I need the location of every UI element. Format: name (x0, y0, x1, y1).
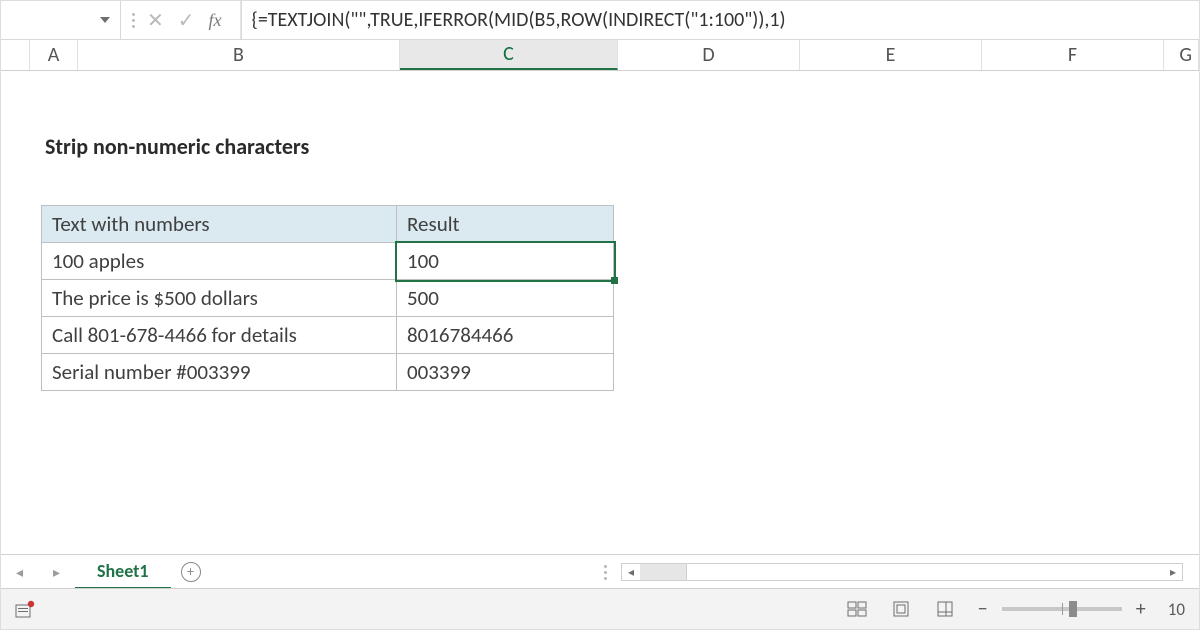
cell-c8[interactable]: 003399 (397, 354, 614, 391)
formula-input[interactable]: {=TEXTJOIN("",TRUE,IFERROR(MID(B5,ROW(IN… (241, 1, 1199, 39)
cell-c6[interactable]: 500 (397, 280, 614, 317)
zoom-in-button[interactable]: + (1134, 597, 1148, 621)
new-sheet-button[interactable]: + (171, 555, 211, 589)
zoom-out-button[interactable]: − (976, 597, 990, 621)
name-box-dropdown-icon (100, 17, 110, 23)
cell-b8[interactable]: Serial number #003399 (42, 354, 397, 391)
tab-splitter-icon[interactable] (604, 565, 607, 580)
sheet-nav[interactable]: ◂ ▸ (1, 555, 75, 589)
column-header-c[interactable]: C (400, 40, 618, 70)
cell-c5[interactable]: 100 (397, 243, 614, 280)
data-table: Text with numbers Result 100 apples 100 … (41, 205, 614, 391)
zoom-value[interactable]: 10 (1168, 599, 1185, 620)
sheet-nav-prev-icon[interactable]: ◂ (16, 564, 23, 581)
zoom-control: − + 10 (976, 597, 1185, 621)
cancel-edit-icon[interactable]: ✕ (147, 8, 164, 33)
macro-record-icon[interactable] (15, 600, 37, 618)
table-row: 100 apples 100 (42, 243, 614, 280)
column-headers: A B C D E F G (1, 40, 1199, 71)
cell-b5[interactable]: 100 apples (42, 243, 397, 280)
formula-bar: ✕ ✓ fx {=TEXTJOIN("",TRUE,IFERROR(MID(B5… (1, 1, 1199, 40)
cell-b4[interactable]: Text with numbers (42, 206, 397, 243)
table-header-row: Text with numbers Result (42, 206, 614, 243)
cell-c7[interactable]: 8016784466 (397, 317, 614, 354)
column-header-e[interactable]: E (800, 40, 982, 70)
column-header-d[interactable]: D (618, 40, 800, 70)
table-row: The price is $500 dollars 500 (42, 280, 614, 317)
worksheet-grid[interactable]: Strip non-numeric characters Text with n… (1, 71, 1199, 531)
zoom-slider[interactable] (1002, 607, 1122, 611)
column-header-f[interactable]: F (982, 40, 1164, 70)
scroll-track[interactable] (640, 564, 1164, 580)
formula-controls: ✕ ✓ fx (121, 1, 241, 39)
view-page-break-icon[interactable] (932, 598, 958, 620)
fx-icon[interactable]: fx (209, 10, 222, 31)
column-header-b[interactable]: B (78, 40, 400, 70)
sheet-tab-bar: ◂ ▸ Sheet1 + ◂ ▸ (1, 554, 1199, 589)
select-all-corner[interactable] (1, 40, 30, 70)
cell-c4[interactable]: Result (397, 206, 614, 243)
name-box[interactable] (1, 1, 121, 39)
accept-edit-icon[interactable]: ✓ (178, 8, 195, 33)
cell-b7[interactable]: Call 801-678-4466 for details (42, 317, 397, 354)
table-row: Call 801-678-4466 for details 8016784466 (42, 317, 614, 354)
scroll-thumb[interactable] (640, 564, 687, 580)
view-normal-icon[interactable] (844, 598, 870, 620)
horizontal-scrollbar[interactable]: ◂ ▸ (621, 563, 1183, 581)
excel-window: ✕ ✓ fx {=TEXTJOIN("",TRUE,IFERROR(MID(B5… (0, 0, 1200, 630)
table-row: Serial number #003399 003399 (42, 354, 614, 391)
sheet-tab-active[interactable]: Sheet1 (75, 555, 171, 590)
scroll-right-icon[interactable]: ▸ (1164, 565, 1182, 580)
plus-icon: + (181, 562, 201, 582)
view-page-layout-icon[interactable] (888, 598, 914, 620)
scroll-left-icon[interactable]: ◂ (622, 565, 640, 580)
zoom-tick (1062, 603, 1063, 615)
status-bar: − + 10 (1, 588, 1199, 629)
column-header-g[interactable]: G (1164, 40, 1199, 70)
zoom-knob[interactable] (1069, 601, 1077, 617)
formula-expand-icon[interactable] (131, 13, 135, 28)
sheet-nav-next-icon[interactable]: ▸ (53, 564, 60, 581)
cell-b6[interactable]: The price is $500 dollars (42, 280, 397, 317)
page-title: Strip non-numeric characters (45, 133, 309, 160)
column-header-a[interactable]: A (30, 40, 78, 70)
